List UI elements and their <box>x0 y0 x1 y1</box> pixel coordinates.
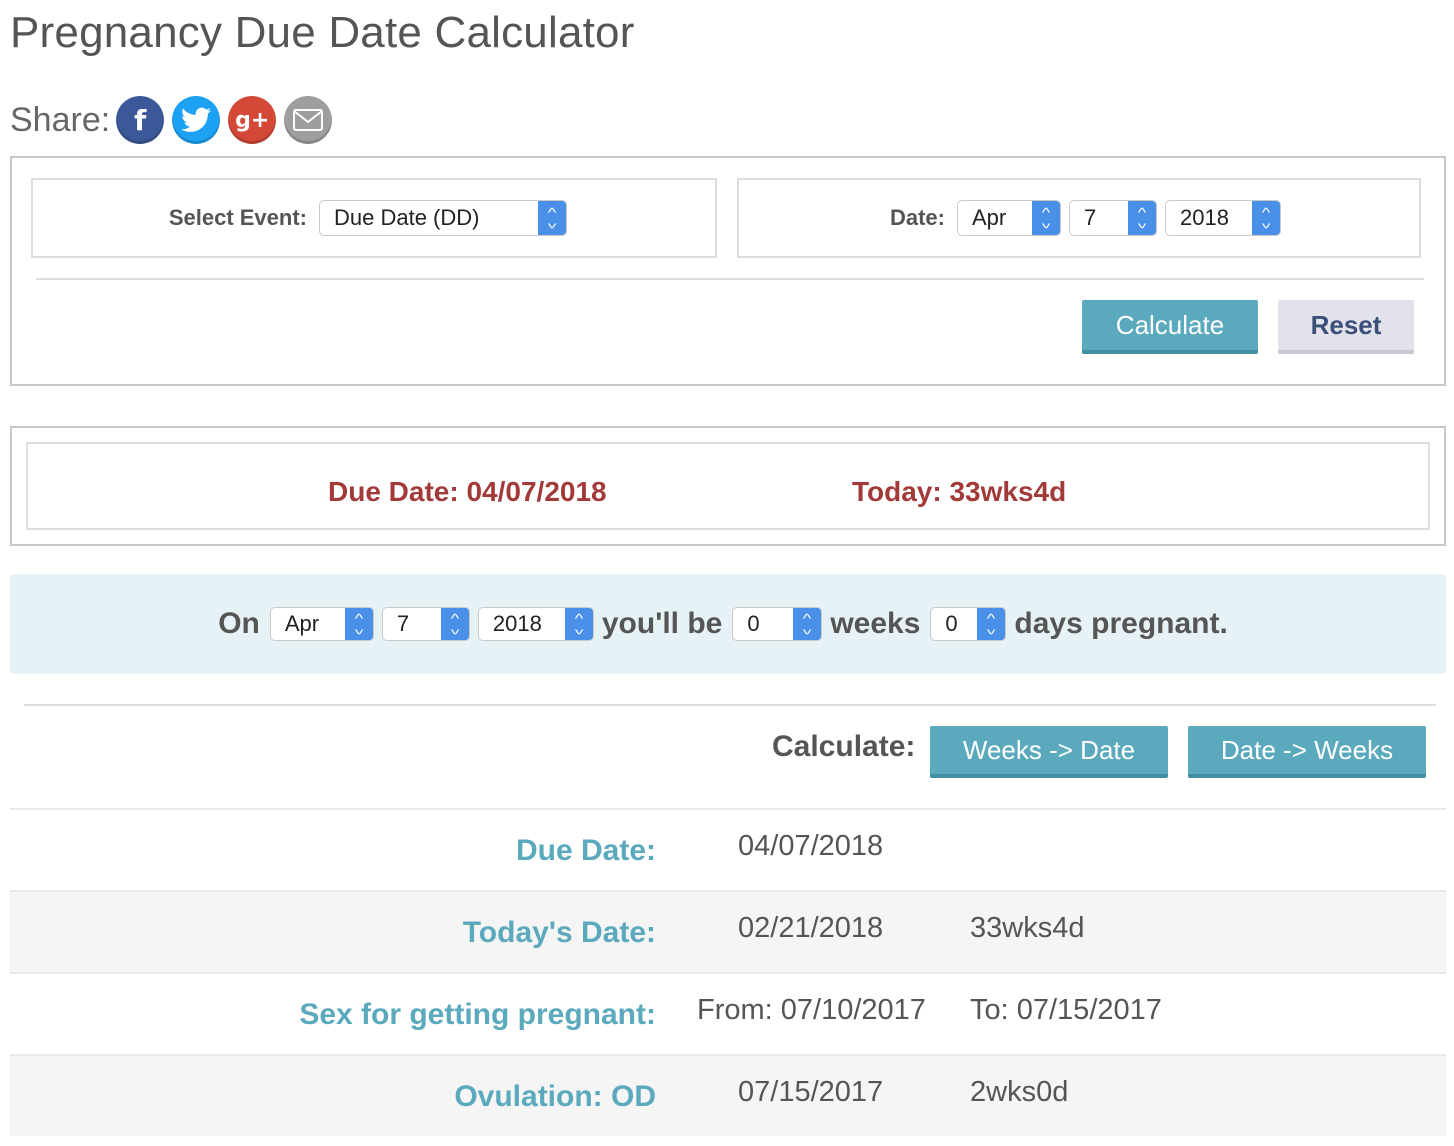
google-plus-share-button[interactable]: g+ <box>228 96 277 144</box>
event-select-box: Select Event: Due Date (DD) ^ ^ <box>31 178 717 258</box>
weeks-to-date-button[interactable]: Weeks -> Date <box>930 726 1168 778</box>
calculator-form-panel: Select Event: Due Date (DD) ^ ^ Date: Apr… <box>10 156 1446 386</box>
date-label: Date: <box>889 205 945 230</box>
on-label: On <box>218 607 260 640</box>
select-arrows-icon: ^ ^ <box>1252 201 1280 235</box>
date-select-box: Date: Apr ^ ^ 7 ^ ^ 2018 ^ ^ <box>737 178 1421 258</box>
weeks-label: weeks <box>830 607 921 640</box>
date-month-value: Apr <box>972 205 1007 230</box>
envelope-icon <box>293 109 324 131</box>
row-value-secondary: 33wks4d <box>970 912 1085 944</box>
row-value: 02/21/2018 <box>738 912 884 944</box>
converter-day-select[interactable]: 7 ^ ^ <box>381 607 470 641</box>
form-divider <box>36 278 1424 280</box>
select-arrows-icon: ^ ^ <box>793 608 822 640</box>
result-box: Due Date: 04/07/2018 Today: 33wks4d <box>26 442 1430 530</box>
row-label: Ovulation: OD <box>454 1080 656 1113</box>
row-value-secondary: To: 07/15/2017 <box>970 994 1162 1026</box>
date-year-value: 2018 <box>1180 205 1229 230</box>
select-arrows-icon: ^ ^ <box>1032 201 1060 235</box>
date-month-select[interactable]: Apr ^ ^ <box>957 200 1061 236</box>
twitter-icon <box>181 107 212 132</box>
email-share-button[interactable] <box>284 96 333 144</box>
table-row: Ovulation: OD 07/15/2017 2wks0d <box>10 1054 1446 1136</box>
date-day-select[interactable]: 7 ^ ^ <box>1069 200 1157 236</box>
row-value: From: 07/10/2017 <box>697 994 926 1026</box>
google-plus-icon: g+ <box>235 107 270 133</box>
days-pregnant-label: days pregnant. <box>1014 607 1228 640</box>
event-select-value: Due Date (DD) <box>334 205 480 230</box>
share-bar: Share: f g+ <box>10 95 340 145</box>
row-label: Sex for getting pregnant: <box>299 998 656 1031</box>
facebook-share-button[interactable]: f <box>116 96 165 144</box>
event-label: Select Event: <box>168 205 307 230</box>
calculate-button[interactable]: Calculate <box>1082 300 1258 354</box>
event-select[interactable]: Due Date (DD) ^ ^ <box>319 200 567 236</box>
table-row: Sex for getting pregnant: From: 07/10/20… <box>10 972 1446 1054</box>
twitter-share-button[interactable] <box>172 96 221 144</box>
weeks-value: 0 <box>747 611 760 636</box>
row-value: 04/07/2018 <box>738 830 884 862</box>
row-label: Due Date: <box>515 834 656 867</box>
calculate-mode-label: Calculate: <box>772 730 916 763</box>
date-to-weeks-button[interactable]: Date -> Weeks <box>1188 726 1426 778</box>
row-value: 07/15/2017 <box>738 1076 884 1108</box>
result-panel: Due Date: 04/07/2018 Today: 33wks4d <box>10 426 1446 546</box>
row-value-secondary: 2wks0d <box>970 1076 1069 1108</box>
table-row: Due Date: 04/07/2018 <box>10 808 1446 890</box>
days-value: 0 <box>945 611 958 636</box>
weeks-date-converter: On Apr ^ ^ 7 ^ ^ 2018 ^ ^ you'll be 0 ^ ^ we… <box>10 574 1446 674</box>
converter-year-value: 2018 <box>492 611 542 636</box>
results-table: Due Date: 04/07/2018 Today's Date: 02/21… <box>10 808 1446 1136</box>
facebook-icon: f <box>134 103 147 137</box>
today-result: Today: 33wks4d <box>852 476 1067 507</box>
select-arrows-icon: ^ ^ <box>440 608 469 640</box>
page-title: Pregnancy Due Date Calculator <box>10 8 635 57</box>
converter-year-select[interactable]: 2018 ^ ^ <box>477 607 594 641</box>
row-label: Today's Date: <box>462 916 656 949</box>
weeks-select[interactable]: 0 ^ ^ <box>732 607 823 641</box>
date-day-value: 7 <box>1084 205 1097 230</box>
share-label: Share: <box>10 100 111 139</box>
table-row: Today's Date: 02/21/2018 33wks4d <box>10 890 1446 972</box>
converter-divider <box>24 704 1436 706</box>
select-arrows-icon: ^ ^ <box>344 608 373 640</box>
date-year-select[interactable]: 2018 ^ ^ <box>1165 200 1281 236</box>
select-arrows-icon: ^ ^ <box>564 608 593 640</box>
days-select[interactable]: 0 ^ ^ <box>930 607 1007 641</box>
select-arrows-icon: ^ ^ <box>1128 201 1156 235</box>
reset-button[interactable]: Reset <box>1278 300 1414 354</box>
converter-month-value: Apr <box>284 611 320 636</box>
select-arrows-icon: ^ ^ <box>977 608 1006 640</box>
converter-month-select[interactable]: Apr ^ ^ <box>269 607 374 641</box>
due-date-result: Due Date: 04/07/2018 <box>328 476 607 507</box>
youll-be-label: you'll be <box>601 607 723 640</box>
select-arrows-icon: ^ ^ <box>538 201 566 235</box>
converter-day-value: 7 <box>396 611 410 636</box>
